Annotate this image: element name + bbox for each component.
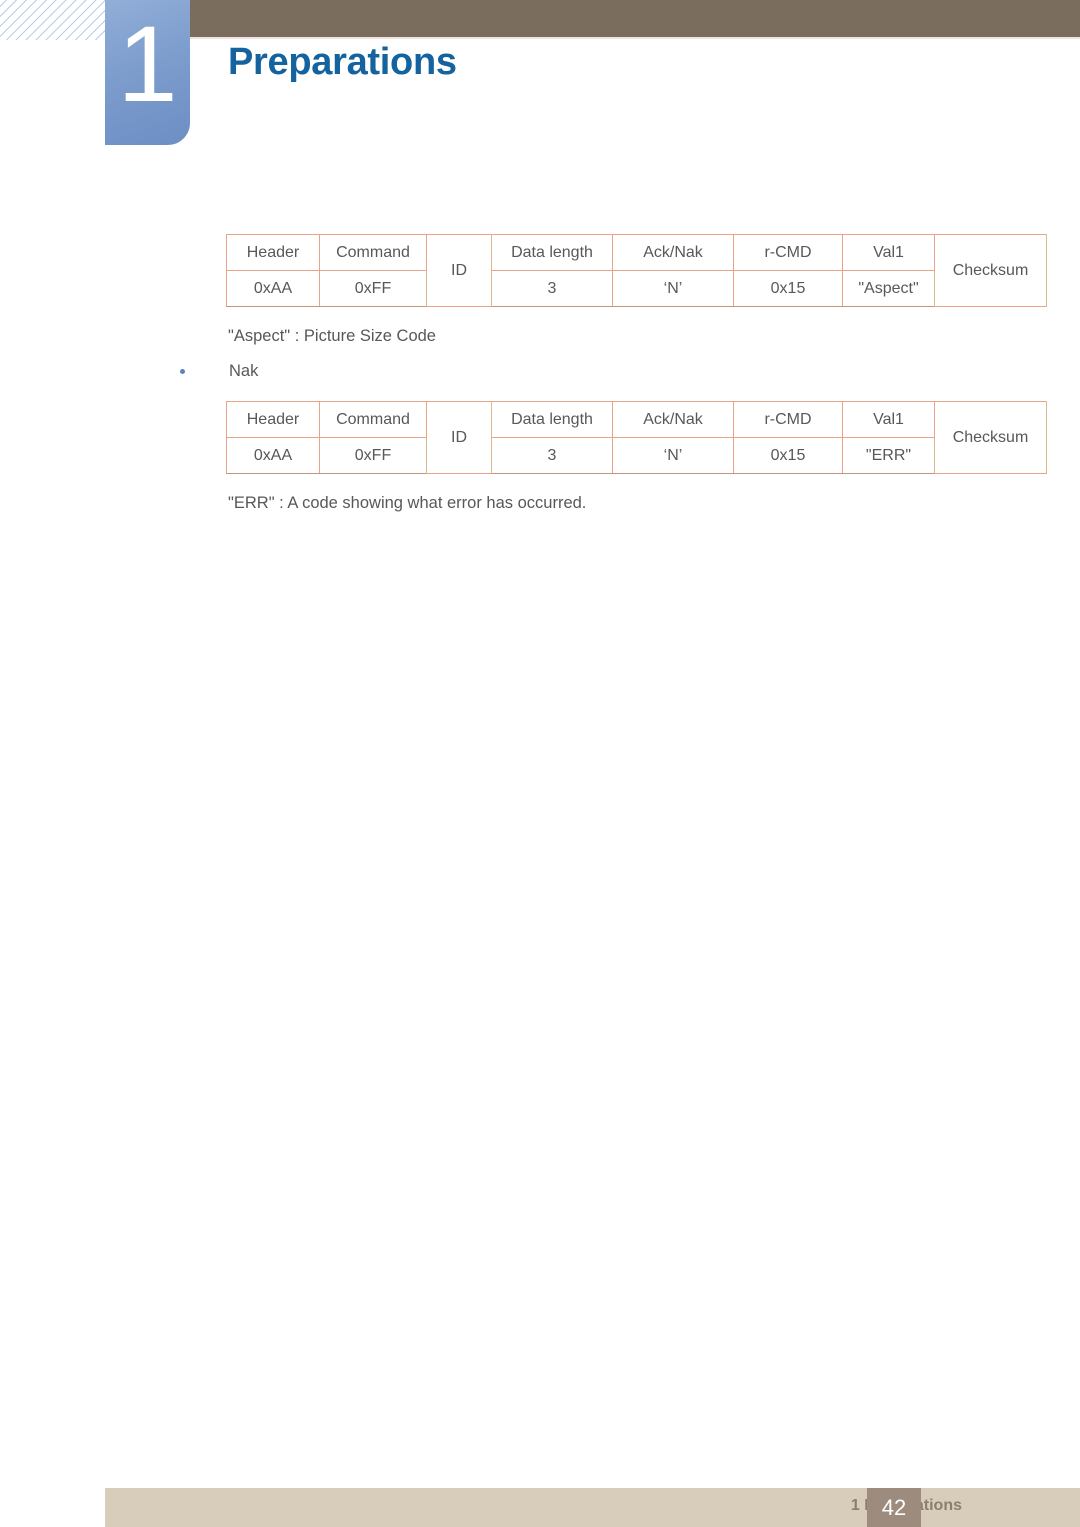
cell-header-label: Header [226,401,320,438]
cell-datalength-value: 3 [491,437,613,474]
cell-rcmd-value: 0x15 [733,437,843,474]
bullet-dot-icon [180,368,185,374]
cell-acknak-label: Ack/Nak [612,234,734,271]
cell-val1-value: "ERR" [842,437,935,474]
err-note: "ERR" : A code showing what error has oc… [228,494,587,512]
page-title: Preparations [228,41,457,83]
cell-acknak-value: ‘N’ [612,437,734,474]
nak-bullet-label: Nak [229,362,259,380]
aspect-note: "Aspect" : Picture Size Code [228,327,436,345]
page-number: 42 [881,1495,907,1520]
cell-datalength-label: Data length [491,401,613,438]
cell-datalength-label: Data length [491,234,613,271]
table-row-header: Header Command ID Data length Ack/Nak r-… [226,234,1047,307]
header-brown-bar [190,0,1080,37]
cell-command-label: Command [319,401,427,438]
cell-acknak-value: ‘N’ [612,270,734,307]
chapter-number-badge: 1 [105,0,190,145]
cell-command-value: 0xFF [319,437,427,474]
table-row-values: 0xAA 0xFF 3 ‘N’ 0x15 "ERR" [226,437,1047,474]
cell-rcmd-label: r-CMD [733,401,843,438]
table-row-header: Header Command ID Data length Ack/Nak r-… [226,401,1047,474]
chapter-number: 1 [117,3,178,124]
page-header: 1 Preparations [0,0,1080,150]
cell-command-label: Command [319,234,427,271]
cell-command-value: 0xFF [319,270,427,307]
cell-datalength-value: 3 [491,270,613,307]
cell-header-value: 0xAA [226,270,320,307]
cell-header-label: Header [226,234,320,271]
cell-rcmd-label: r-CMD [733,234,843,271]
page-number-box: 42 [867,1488,921,1527]
cell-header-value: 0xAA [226,437,320,474]
cell-acknak-label: Ack/Nak [612,401,734,438]
diagonal-hatch-decoration [0,0,106,40]
nak-response-table: Header Command ID Data length Ack/Nak r-… [226,401,1047,474]
cell-id-label: ID [426,234,492,307]
cell-rcmd-value: 0x15 [733,270,843,307]
nak-bullet-item: Nak [180,360,258,382]
cell-val1-label: Val1 [842,234,935,271]
cell-checksum-label: Checksum [934,234,1047,307]
cell-val1-label: Val1 [842,401,935,438]
cell-val1-value: "Aspect" [842,270,935,307]
ack-response-table: Header Command ID Data length Ack/Nak r-… [226,234,1047,307]
cell-id-label: ID [426,401,492,474]
page-footer: 1 Preparations [105,1488,1080,1527]
table-row-values: 0xAA 0xFF 3 ‘N’ 0x15 "Aspect" [226,270,1047,307]
cell-checksum-label: Checksum [934,401,1047,474]
